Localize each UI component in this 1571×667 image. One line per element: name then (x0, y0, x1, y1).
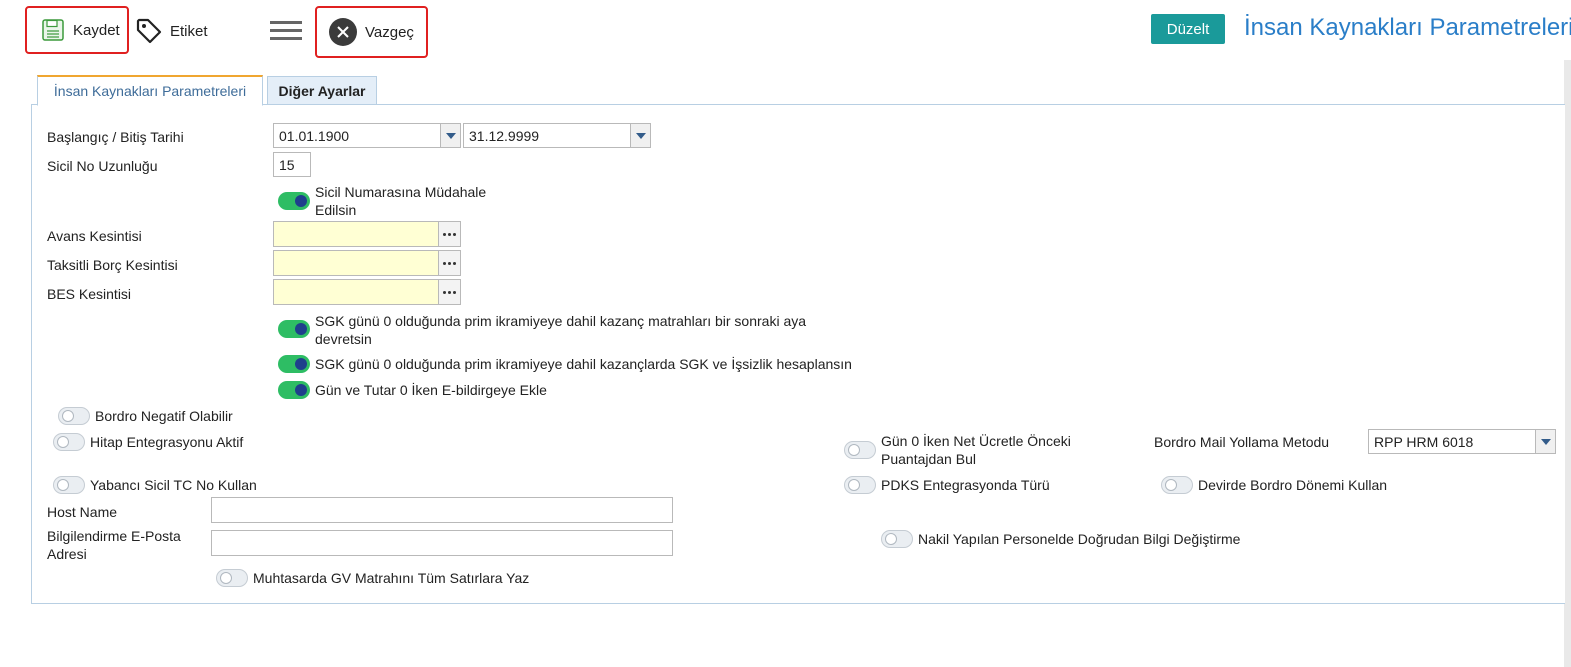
page-title: İnsan Kaynakları Parametreleri (1244, 14, 1571, 41)
gun-tutar-label: Gün ve Tutar 0 İken E-bildirgeye Ekle (315, 382, 547, 398)
host-name-input[interactable] (211, 497, 673, 523)
chevron-down-icon[interactable] (1535, 430, 1555, 453)
sgk-devret-toggle[interactable] (278, 320, 310, 338)
devir-label: Devirde Bordro Dönemi Kullan (1198, 477, 1388, 493)
date-range-label: Başlangıç / Bitiş Tarihi (47, 129, 184, 145)
hamburger-icon (270, 19, 302, 43)
pdks-label: PDKS Entegrasyonda Türü (881, 477, 1050, 493)
scrollbar[interactable] (1564, 60, 1571, 667)
end-date-dropdown[interactable]: 31.12.9999 (463, 123, 651, 148)
nakil-toggle[interactable] (881, 530, 913, 548)
hitap-label: Hitap Entegrasyonu Aktif (90, 434, 244, 450)
sgk-hesap-toggle[interactable] (278, 355, 310, 373)
yabanci-toggle[interactable] (53, 476, 85, 494)
muhtasar-label: Muhtasarda GV Matrahını Tüm Satırlara Ya… (253, 570, 530, 586)
save-button[interactable]: Kaydet (25, 6, 129, 54)
avans-label: Avans Kesintisi (47, 228, 142, 244)
ellipsis-icon[interactable] (438, 222, 460, 246)
floppy-disk-icon (41, 18, 65, 42)
bordro-negatif-toggle[interactable] (58, 407, 90, 425)
tag-button[interactable]: Etiket (134, 14, 208, 48)
gun-tutar-toggle[interactable] (278, 381, 310, 399)
bordro-negatif-label: Bordro Negatif Olabilir (95, 408, 233, 424)
sicil-length-label: Sicil No Uzunluğu (47, 158, 158, 174)
ellipsis-icon[interactable] (438, 251, 460, 275)
save-button-label: Kaydet (73, 21, 120, 39)
edit-button[interactable]: Düzelt (1151, 14, 1225, 44)
bes-input[interactable] (273, 279, 461, 305)
form-panel (31, 104, 1565, 604)
cancel-button[interactable]: Vazgeç (315, 6, 428, 58)
muhtasar-toggle[interactable] (216, 569, 248, 587)
sgk-hesap-label: SGK günü 0 olduğunda prim ikramiyeye dah… (315, 356, 852, 372)
gun0-net-toggle[interactable] (844, 441, 876, 459)
hitap-toggle[interactable] (53, 433, 85, 451)
pdks-toggle[interactable] (844, 476, 876, 494)
chevron-down-icon[interactable] (630, 124, 650, 147)
close-icon (329, 18, 357, 46)
end-date-value: 31.12.9999 (469, 127, 540, 144)
tag-button-label: Etiket (170, 22, 208, 40)
sgk-devret-label: SGK günü 0 olduğunda prim ikramiyeye dah… (315, 313, 807, 347)
cancel-button-label: Vazgeç (365, 23, 414, 41)
start-date-dropdown[interactable]: 01.01.1900 (273, 123, 461, 148)
sicil-intervene-label: Sicil Numarasına Müdahale Edilsin (315, 184, 487, 218)
sicil-intervene-toggle[interactable] (278, 192, 310, 210)
mail-method-value: RPP HRM 6018 (1374, 433, 1474, 450)
sicil-length-input[interactable]: 15 (273, 152, 311, 177)
tag-icon (134, 16, 164, 46)
devir-toggle[interactable] (1161, 476, 1193, 494)
taksitli-input[interactable] (273, 250, 461, 276)
taksitli-label: Taksitli Borç Kesintisi (47, 257, 178, 273)
tab-hr-parameters[interactable]: İnsan Kaynakları Parametreleri (37, 75, 263, 106)
chevron-down-icon[interactable] (440, 124, 460, 147)
sicil-length-value: 15 (279, 156, 295, 173)
host-name-label: Host Name (47, 504, 118, 520)
avans-input[interactable] (273, 221, 461, 247)
yabanci-label: Yabancı Sicil TC No Kullan (90, 477, 257, 493)
email-label: Bilgilendirme E-Posta Adresi (47, 528, 181, 562)
bes-label: BES Kesintisi (47, 286, 132, 302)
nakil-label: Nakil Yapılan Personelde Doğrudan Bilgi … (918, 531, 1241, 547)
mail-method-dropdown[interactable]: RPP HRM 6018 (1368, 429, 1556, 454)
hamburger-menu-button[interactable] (270, 18, 302, 44)
start-date-value: 01.01.1900 (279, 127, 350, 144)
gun0-net-label: Gün 0 İken Net Ücretle Önceki Puantajdan… (881, 433, 1071, 467)
tab-other-settings[interactable]: Diğer Ayarlar (267, 76, 377, 105)
ellipsis-icon[interactable] (438, 280, 460, 304)
email-input[interactable] (211, 530, 673, 556)
toolbar: Kaydet Etiket Vazgeç Düzelt İnsan Kaynak… (0, 0, 1571, 62)
mail-method-label: Bordro Mail Yollama Metodu (1154, 434, 1330, 450)
